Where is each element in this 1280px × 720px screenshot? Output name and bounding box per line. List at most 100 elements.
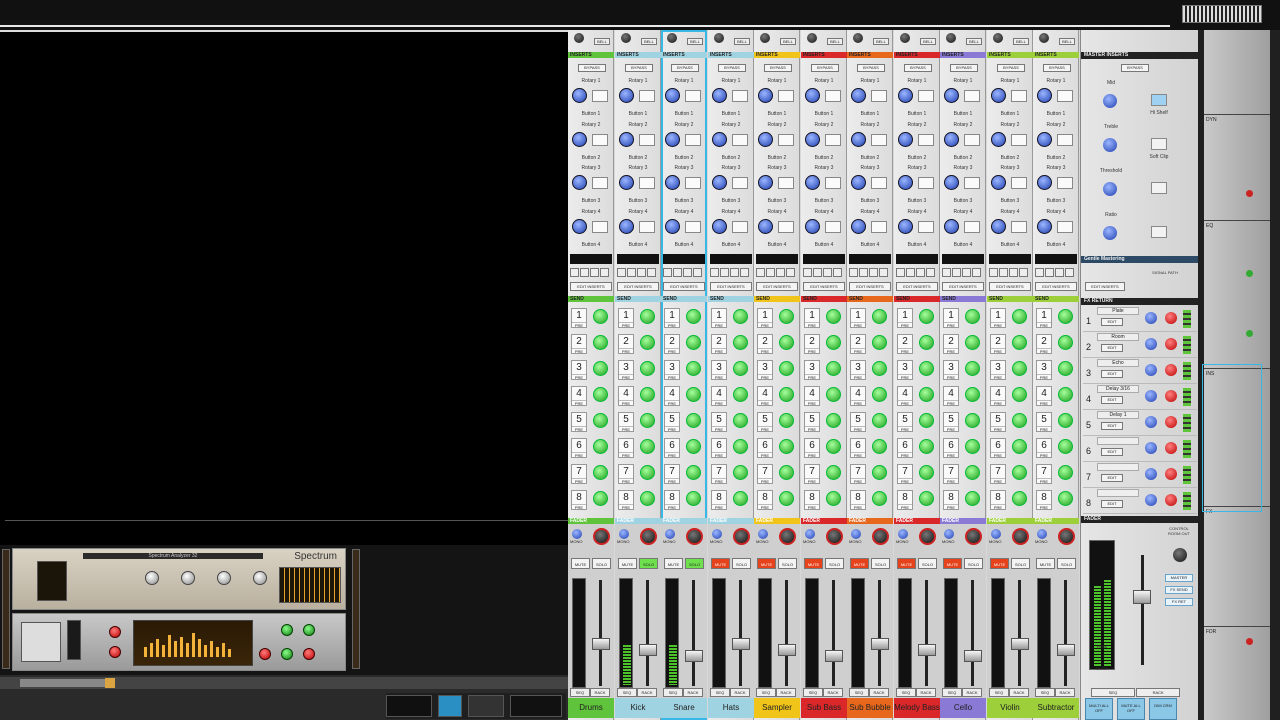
send-enable-button[interactable]: 5 PRE bbox=[571, 412, 587, 432]
fader-handle[interactable] bbox=[685, 650, 703, 662]
fx-return-pan-knob[interactable] bbox=[1145, 468, 1157, 480]
send-enable-button[interactable]: 7 PRE bbox=[804, 464, 820, 484]
insert-button[interactable] bbox=[964, 90, 980, 102]
send-enable-button[interactable]: 7 PRE bbox=[711, 464, 727, 484]
rotary-knob[interactable] bbox=[944, 88, 959, 103]
channel-strip[interactable]: BELL INSERTS BYPASS Rotary 1 Button 1 Rotary … bbox=[708, 30, 754, 720]
bypass-button[interactable]: BYPASS bbox=[811, 64, 839, 72]
fader-handle[interactable] bbox=[639, 644, 657, 656]
insert-button[interactable] bbox=[778, 133, 794, 146]
rotary-knob[interactable] bbox=[665, 218, 680, 234]
device-knob[interactable] bbox=[181, 571, 195, 585]
send-enable-button[interactable]: 1 PRE bbox=[757, 308, 773, 328]
load-icon[interactable] bbox=[952, 268, 961, 277]
send-level-knob[interactable] bbox=[779, 413, 794, 428]
width-knob[interactable] bbox=[572, 529, 582, 539]
width-knob[interactable] bbox=[991, 529, 1001, 539]
transport-controls[interactable] bbox=[386, 693, 566, 719]
send-level-knob[interactable] bbox=[919, 335, 934, 350]
pan-knob[interactable] bbox=[872, 528, 889, 545]
send-enable-button[interactable]: 7 PRE bbox=[757, 464, 773, 484]
channel-strip[interactable]: BELL INSERTS BYPASS Rotary 1 Button 1 Rotary … bbox=[661, 30, 707, 720]
send-enable-button[interactable]: 4 PRE bbox=[664, 386, 680, 406]
spectrum-analyzer-device[interactable]: Spectrum Analyzer 32 Spectrum bbox=[12, 548, 346, 610]
channel-strip[interactable]: BELL INSERTS BYPASS Rotary 1 Button 1 Rotary … bbox=[987, 30, 1033, 720]
rotary-knob[interactable] bbox=[805, 131, 820, 147]
hi-shelf-button[interactable] bbox=[1151, 94, 1167, 106]
gain-knob[interactable] bbox=[109, 646, 121, 658]
mute-button[interactable]: MUTE bbox=[850, 558, 869, 569]
send-enable-button[interactable]: 2 PRE bbox=[943, 334, 959, 354]
seq-button[interactable]: SEQ bbox=[710, 688, 730, 697]
width-knob[interactable] bbox=[665, 529, 675, 539]
send-enable-button[interactable]: 2 PRE bbox=[618, 334, 634, 354]
fader-handle[interactable] bbox=[964, 650, 982, 662]
mixer-overview-panel[interactable]: DYN EQ INS FX FDR bbox=[1198, 30, 1280, 720]
rack-button[interactable]: RACK bbox=[730, 688, 750, 697]
fader-handle[interactable] bbox=[825, 650, 843, 662]
rotary-knob[interactable] bbox=[619, 131, 634, 147]
send-enable-button[interactable]: 5 PRE bbox=[757, 412, 773, 432]
dim-crm-button[interactable]: DIM CRM bbox=[1149, 698, 1177, 720]
rotary-knob[interactable] bbox=[619, 175, 634, 190]
rotary-knob[interactable] bbox=[898, 131, 913, 147]
edit-inserts-button[interactable]: EDIT INSERTS bbox=[663, 282, 705, 291]
send-level-knob[interactable] bbox=[686, 387, 701, 402]
send-enable-button[interactable]: 2 PRE bbox=[804, 334, 820, 354]
rack-button[interactable]: RACK bbox=[683, 688, 703, 697]
insert-button[interactable] bbox=[871, 177, 887, 189]
fader-handle[interactable] bbox=[1057, 644, 1075, 656]
send-level-knob[interactable] bbox=[1012, 309, 1027, 324]
solo-button[interactable]: SOLO bbox=[639, 558, 658, 569]
insert-button[interactable] bbox=[918, 90, 934, 102]
insert-button[interactable] bbox=[1057, 90, 1073, 102]
send-enable-button[interactable]: 5 PRE bbox=[990, 412, 1006, 432]
rotary-knob[interactable] bbox=[1037, 131, 1052, 147]
send-enable-button[interactable]: 5 PRE bbox=[618, 412, 634, 432]
send-level-knob[interactable] bbox=[919, 465, 934, 480]
menu-icon[interactable] bbox=[972, 268, 981, 277]
multi-all-off-button[interactable]: MULTI ALL OFF bbox=[1085, 698, 1113, 720]
send-enable-button[interactable]: 1 PRE bbox=[850, 308, 866, 328]
bypass-button[interactable]: BYPASS bbox=[578, 64, 606, 72]
folder-icon[interactable] bbox=[823, 268, 832, 277]
device-knob[interactable] bbox=[145, 571, 159, 585]
rotary-knob[interactable] bbox=[898, 218, 913, 234]
mute-button[interactable]: MUTE bbox=[618, 558, 637, 569]
rotary-knob[interactable] bbox=[991, 131, 1006, 147]
send-enable-button[interactable]: 6 PRE bbox=[943, 438, 959, 458]
insert-button[interactable] bbox=[639, 177, 655, 189]
send-enable-button[interactable]: 3 PRE bbox=[618, 360, 634, 380]
send-level-knob[interactable] bbox=[686, 309, 701, 324]
send-level-knob[interactable] bbox=[733, 361, 748, 376]
solo-button[interactable]: SOLO bbox=[778, 558, 797, 569]
send-level-knob[interactable] bbox=[826, 387, 841, 402]
send-enable-button[interactable]: 6 PRE bbox=[618, 438, 634, 458]
send-level-knob[interactable] bbox=[733, 413, 748, 428]
mute-button[interactable]: MUTE bbox=[1036, 558, 1055, 569]
channel-name[interactable]: Sampler bbox=[754, 698, 800, 718]
insert-button[interactable] bbox=[918, 177, 934, 189]
fx-return-edit-button[interactable]: EDIT bbox=[1101, 370, 1123, 378]
save-icon[interactable] bbox=[617, 268, 626, 277]
edit-inserts-button[interactable]: EDIT INSERTS bbox=[803, 282, 845, 291]
send-enable-button[interactable]: 2 PRE bbox=[711, 334, 727, 354]
send-enable-button[interactable]: 7 PRE bbox=[897, 464, 913, 484]
send-enable-button[interactable]: 2 PRE bbox=[850, 334, 866, 354]
master-preset-name[interactable]: Gentle Mastering bbox=[1081, 256, 1199, 263]
send-level-knob[interactable] bbox=[826, 439, 841, 454]
rotary-knob[interactable] bbox=[712, 131, 727, 147]
threshold-knob[interactable] bbox=[1103, 182, 1117, 196]
width-knob[interactable] bbox=[1037, 529, 1047, 539]
channel-strip[interactable]: BELL INSERTS BYPASS Rotary 1 Button 1 Rotary … bbox=[801, 30, 847, 720]
fx-return-edit-button[interactable]: EDIT bbox=[1101, 474, 1123, 482]
save-icon[interactable] bbox=[756, 268, 765, 277]
channel-name[interactable]: Sub Bubble bbox=[847, 698, 893, 718]
mix-knob[interactable] bbox=[281, 624, 293, 636]
send-enable-button[interactable]: 7 PRE bbox=[664, 464, 680, 484]
seq-button[interactable]: SEQ bbox=[942, 688, 962, 697]
gain-knob[interactable] bbox=[109, 626, 121, 638]
send-level-knob[interactable] bbox=[1012, 465, 1027, 480]
rack-area[interactable]: Spectrum Analyzer 32 Spectrum bbox=[0, 545, 568, 675]
fx-return-pan-knob[interactable] bbox=[1145, 390, 1157, 402]
